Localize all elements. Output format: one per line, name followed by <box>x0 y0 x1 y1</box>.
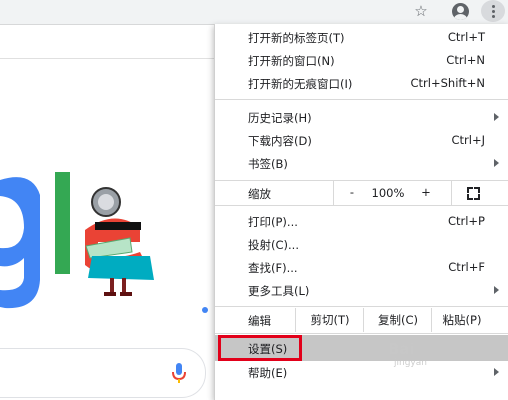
google-doodle[interactable] <box>0 160 215 310</box>
menu-separator <box>215 205 508 206</box>
menu-item-downloads[interactable]: 下载内容(D) Ctrl+J <box>215 129 508 152</box>
zoom-out-button[interactable]: - <box>342 185 362 199</box>
menu-item-shortcut: Ctrl+J <box>451 133 486 147</box>
menu-item-new-window[interactable]: 打开新的窗口(N) Ctrl+N <box>215 49 508 72</box>
menu-item-label: 更多工具(L) <box>248 284 310 298</box>
edit-label: 编辑 <box>248 314 271 328</box>
zoom-in-button[interactable]: + <box>416 185 436 199</box>
menu-item-label: 下载内容(D) <box>248 134 312 148</box>
submenu-arrow-icon <box>494 368 499 376</box>
more-vert-icon <box>491 4 495 18</box>
menu-item-print[interactable]: 打印(P)... Ctrl+P <box>215 210 508 233</box>
menu-item-help[interactable]: 帮助(E) <box>215 361 508 384</box>
menu-item-label: 查找(F)... <box>248 261 298 275</box>
paste-button[interactable]: 粘贴(P) <box>431 308 492 332</box>
chrome-main-menu: 打开新的标签页(T) Ctrl+T 打开新的窗口(N) Ctrl+N 打开新的无… <box>214 24 508 400</box>
menu-separator <box>215 333 508 334</box>
menu-item-shortcut: Ctrl+P <box>447 214 485 228</box>
page-divider <box>0 58 215 59</box>
edit-row: 编辑 剪切(T) 复制(C) 粘贴(P) <box>215 308 508 332</box>
address-bar[interactable] <box>0 0 405 23</box>
menu-item-history[interactable]: 历史记录(H) <box>215 106 508 129</box>
submenu-arrow-icon <box>494 159 499 167</box>
menu-item-more-tools[interactable]: 更多工具(L) <box>215 279 508 302</box>
fullscreen-icon[interactable] <box>467 187 480 200</box>
menu-item-label: 投射(C)... <box>248 238 299 252</box>
bookmark-star-icon[interactable]: ☆ <box>411 1 431 21</box>
menu-item-label: 打开新的无痕窗口(I) <box>248 77 353 91</box>
menu-item-label: 打印(P)... <box>248 215 298 229</box>
profile-avatar[interactable] <box>450 1 470 21</box>
doodle-dot <box>202 307 208 313</box>
zoom-row: 缩放 - 100% + <box>215 181 508 205</box>
menu-item-label: 打开新的标签页(T) <box>248 31 345 45</box>
zoom-label: 缩放 <box>248 187 271 201</box>
browser-toolbar: ☆ <box>0 0 508 25</box>
menu-item-shortcut: Ctrl+N <box>446 53 485 67</box>
chrome-menu-button[interactable] <box>481 0 505 22</box>
menu-separator <box>215 99 508 100</box>
menu-item-settings[interactable]: 设置(S) <box>215 335 508 361</box>
annotation-highlight-box <box>218 335 302 361</box>
submenu-arrow-icon <box>494 113 499 121</box>
microphone-icon[interactable] <box>170 362 188 384</box>
menu-item-label: 打开新的窗口(N) <box>248 54 335 68</box>
cut-button[interactable]: 剪切(T) <box>295 308 364 332</box>
menu-item-label: 帮助(E) <box>248 366 288 380</box>
menu-item-cast[interactable]: 投射(C)... <box>215 233 508 256</box>
menu-item-shortcut: Ctrl+Shift+N <box>410 76 485 90</box>
zoom-value: 100% <box>371 186 405 200</box>
person-icon <box>451 2 469 20</box>
menu-item-shortcut: Ctrl+F <box>448 260 485 274</box>
menu-separator <box>215 306 508 307</box>
menu-item-label: 书签(B) <box>248 157 288 171</box>
watermark-subtext: jingyan <box>394 358 427 368</box>
menu-item-find[interactable]: 查找(F)... Ctrl+F <box>215 256 508 279</box>
watermark-text: Bai <box>388 340 415 358</box>
menu-item-new-incognito-window[interactable]: 打开新的无痕窗口(I) Ctrl+Shift+N <box>215 72 508 95</box>
submenu-arrow-icon <box>494 286 499 294</box>
menu-item-label: 历史记录(H) <box>248 111 312 125</box>
baidu-watermark-logo: Bai jingyan <box>388 340 427 368</box>
menu-item-new-tab[interactable]: 打开新的标签页(T) Ctrl+T <box>215 26 508 49</box>
menu-item-shortcut: Ctrl+T <box>447 30 485 44</box>
copy-button[interactable]: 复制(C) <box>363 308 432 332</box>
doodle-letter-g <box>0 177 40 309</box>
menu-item-bookmarks[interactable]: 书签(B) <box>215 152 508 175</box>
doodle-letter-l <box>55 172 70 274</box>
